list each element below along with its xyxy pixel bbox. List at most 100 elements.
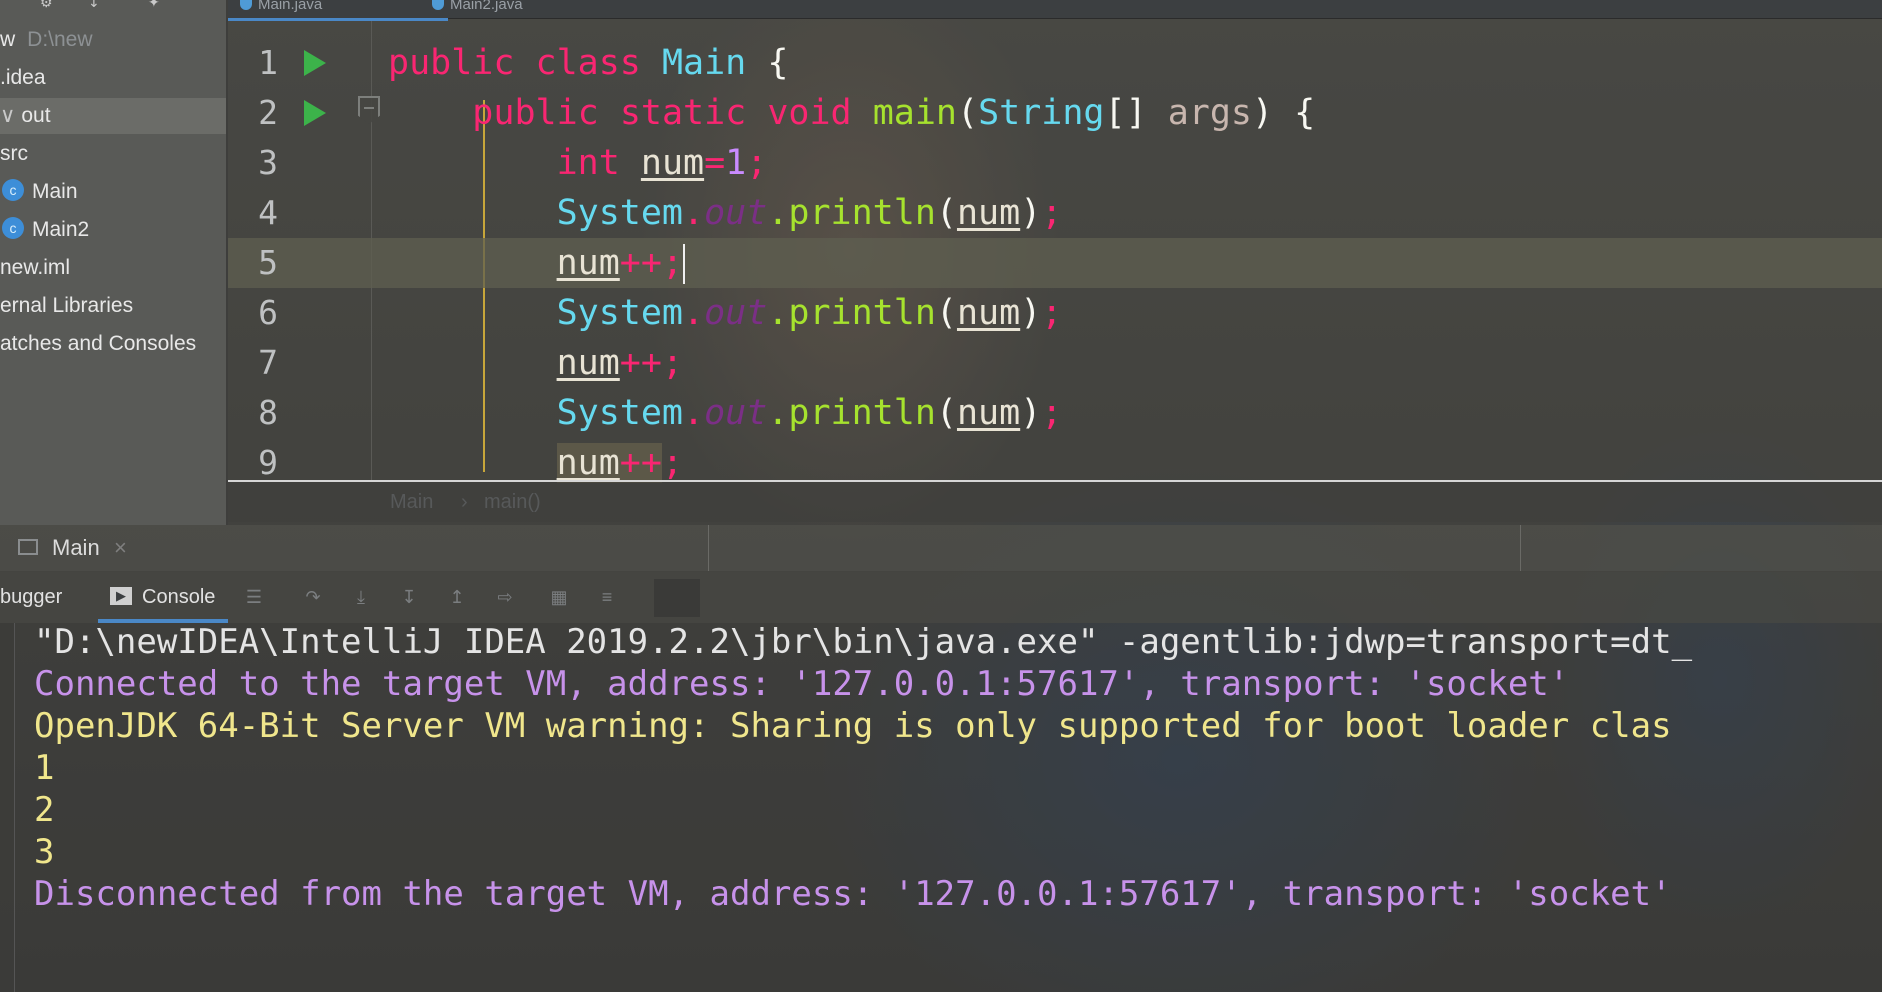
code-token: Main	[661, 43, 768, 83]
code-token: ;	[1041, 193, 1063, 233]
code-token: num	[556, 343, 620, 383]
tree-item[interactable]: c Main	[0, 174, 228, 210]
code-token: String	[978, 93, 1105, 133]
code-token: main	[872, 93, 957, 133]
code-token: static	[619, 93, 768, 133]
code-token: num	[956, 393, 1021, 433]
tree-item-label: .idea	[0, 66, 46, 89]
code-line[interactable]: 7 num++;	[228, 338, 1882, 388]
code-token: num	[956, 293, 1021, 333]
console-line: Disconnected from the target VM, address…	[34, 874, 1672, 914]
code-line[interactable]: 5 num++;	[228, 238, 1882, 288]
code-line[interactable]: 6 System.out.println(num);	[228, 288, 1882, 338]
gear-icon[interactable]: ✦	[148, 0, 160, 11]
pin-icon[interactable]: ↧	[88, 0, 100, 11]
code-line[interactable]: 3 int num=1;	[228, 138, 1882, 188]
code-token: (	[956, 93, 979, 133]
step-over-icon[interactable]: ⤓	[350, 587, 372, 607]
close-icon[interactable]: ×	[114, 525, 127, 571]
step-into-icon[interactable]: ↧	[398, 587, 420, 607]
line-number[interactable]: 1	[228, 38, 278, 88]
code-text: num++;	[388, 238, 686, 288]
tree-item[interactable]: c Main2	[0, 212, 228, 248]
header-divider	[1520, 525, 1521, 571]
code-token: (	[935, 393, 957, 433]
menu-icon[interactable]: ☰	[243, 587, 265, 607]
line-number[interactable]: 4	[228, 188, 278, 238]
tree-item-label: ernal Libraries	[0, 294, 134, 317]
line-number[interactable]: 8	[228, 388, 278, 438]
code-token: []	[1104, 93, 1168, 133]
text-caret	[683, 244, 686, 284]
expand-chevron-icon[interactable]: ∨	[0, 104, 15, 127]
line-number[interactable]: 3	[228, 138, 278, 188]
tree-item-label: Main2	[32, 218, 90, 241]
code-text: System.out.println(num);	[388, 188, 1063, 238]
show-execution-point-icon[interactable]: ↷	[302, 587, 324, 607]
code-token: )	[1020, 393, 1042, 433]
code-token: ;	[1041, 293, 1063, 333]
console-tab[interactable]: ▶ Console	[110, 571, 215, 623]
evaluate-expression-icon[interactable]: ▦	[548, 587, 570, 607]
console-icon: ▶	[110, 586, 132, 605]
java-class-icon: c	[2, 217, 24, 240]
code-token: .println	[767, 193, 936, 233]
code-token: public	[472, 93, 620, 133]
code-token: ;	[1041, 393, 1063, 433]
code-token: ;	[746, 143, 768, 183]
code-line[interactable]: 2 public static void main(String[] args)…	[228, 88, 1882, 138]
code-text: public static void main(String[] args) {	[388, 88, 1315, 138]
code-line[interactable]: 4 System.out.println(num);	[228, 188, 1882, 238]
tree-item[interactable]: w D:\new	[0, 22, 226, 58]
code-token: .	[683, 193, 705, 233]
tab-main2-java[interactable]: Main2.java	[420, 0, 640, 18]
editor-tab-strip: Main.java Main2.java	[228, 0, 1882, 21]
project-path: D:\new	[27, 28, 93, 51]
code-token: ) {	[1252, 93, 1316, 133]
code-token: public	[388, 43, 536, 83]
tree-item[interactable]: ∨ out	[0, 98, 226, 134]
breadcrumb-class[interactable]: Main	[390, 482, 433, 522]
tab-main-java[interactable]: Main.java	[228, 0, 448, 21]
breadcrumb-method[interactable]: main()	[484, 482, 541, 522]
code-token: .	[683, 293, 705, 333]
project-toolbar: ⚙ ↧ ✦	[0, 0, 226, 14]
code-token: args	[1167, 93, 1253, 133]
run-gutter-icon[interactable]	[304, 100, 326, 126]
code-token: System	[556, 393, 684, 433]
tree-item[interactable]: atches and Consoles	[0, 326, 226, 362]
header-divider	[708, 525, 709, 571]
tab-label: Main2.java	[450, 0, 523, 13]
tree-item-label: src	[0, 142, 28, 165]
trace-icon[interactable]: ≡	[596, 587, 618, 607]
java-class-icon	[240, 0, 252, 10]
code-token: )	[1020, 293, 1042, 333]
toolbar-swatch	[654, 579, 700, 617]
code-text: System.out.println(num);	[388, 288, 1063, 338]
tree-item[interactable]: .idea	[0, 60, 226, 96]
tree-item[interactable]: new.iml	[0, 250, 226, 286]
settings-icon[interactable]: ⚙	[40, 0, 53, 11]
line-number[interactable]: 5	[228, 238, 278, 288]
tree-item[interactable]: src	[0, 136, 226, 172]
fold-marker-icon[interactable]	[358, 96, 380, 124]
code-text: System.out.println(num);	[388, 388, 1063, 438]
code-line[interactable]: 1 public class Main {	[228, 38, 1882, 88]
run-tab-title[interactable]: Main	[52, 525, 100, 571]
tree-item-label: Main	[32, 180, 78, 203]
run-to-cursor-icon[interactable]: ⇨	[494, 587, 516, 607]
run-gutter-icon[interactable]	[304, 50, 326, 76]
line-number[interactable]: 6	[228, 288, 278, 338]
debugger-tab[interactable]: bugger	[0, 571, 62, 623]
code-editor[interactable]: 1 public class Main {2 public static void…	[228, 18, 1882, 483]
line-number[interactable]: 2	[228, 88, 278, 138]
line-number[interactable]: 7	[228, 338, 278, 388]
step-out-icon[interactable]: ↥	[446, 587, 468, 607]
tree-item[interactable]: ernal Libraries	[0, 288, 226, 324]
console-output[interactable]: "D:\newIDEA\IntelliJ IDEA 2019.2.2\jbr\b…	[0, 622, 1882, 992]
tree-item-label: new.iml	[0, 256, 71, 279]
tree-item-label: w	[0, 28, 16, 51]
code-line[interactable]: 8 System.out.println(num);	[228, 388, 1882, 438]
